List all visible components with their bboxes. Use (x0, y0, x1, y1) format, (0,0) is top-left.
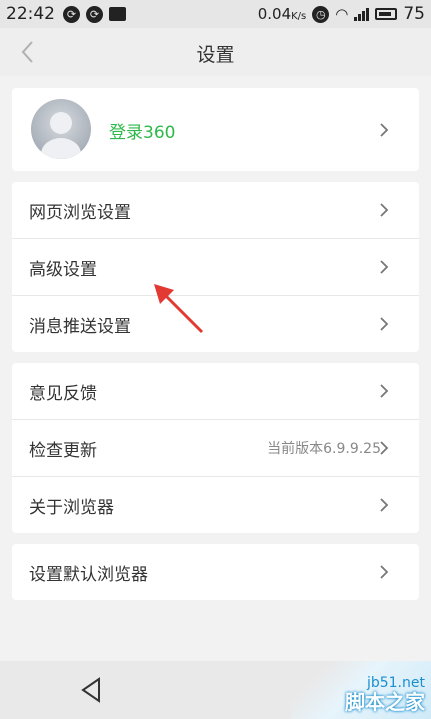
alarm-icon: ◷ (312, 5, 330, 23)
menu-item-advanced-settings[interactable]: 高级设置 (12, 239, 419, 296)
sync-icon: ⟳ (63, 5, 80, 23)
signal-icon (354, 7, 370, 21)
chevron-right-icon (380, 122, 389, 137)
menu-item-push-notification-settings[interactable]: 消息推送设置 (12, 296, 419, 352)
battery-level: 75 (403, 4, 425, 24)
menu-item-label: 意见反馈 (29, 383, 97, 404)
wifi-icon: ◠ (335, 5, 349, 23)
menu-item-label: 消息推送设置 (29, 316, 131, 337)
account-login-row[interactable]: 登录360 (12, 88, 419, 171)
chevron-right-icon (380, 317, 389, 331)
annotation-arrow-icon (154, 284, 204, 334)
nav-back-icon[interactable] (79, 676, 103, 704)
status-bar: 22:42 ⟳ ⟳ 0.04K/s ◷ ◠ 75 (0, 0, 431, 28)
settings-group-default: 设置默认浏览器 (12, 544, 419, 600)
sync-icon: ⟳ (86, 5, 103, 23)
menu-item-set-default-browser[interactable]: 设置默认浏览器 (12, 544, 419, 600)
chevron-right-icon (380, 498, 389, 512)
menu-item-label: 高级设置 (29, 259, 97, 280)
system-nav-bar: jb51.net 脚本之家 (0, 661, 431, 719)
chevron-right-icon (380, 260, 389, 274)
login-label: 登录360 (109, 123, 176, 143)
watermark-name: 脚本之家 (345, 690, 425, 714)
title-bar: 设置 (0, 28, 431, 76)
notification-icons: ⟳ ⟳ (63, 5, 126, 23)
menu-item-label: 关于浏览器 (29, 497, 114, 518)
watermark: jb51.net 脚本之家 (291, 661, 431, 719)
menu-item-label: 设置默认浏览器 (29, 564, 148, 585)
battery-icon (375, 8, 398, 20)
user-silhouette-icon (41, 112, 81, 159)
settings-group-about: 意见反馈 检查更新 当前版本6.9.9.25 关于浏览器 (12, 363, 419, 533)
network-speed: 0.04K/s (257, 5, 307, 23)
menu-item-web-browsing-settings[interactable]: 网页浏览设置 (12, 182, 419, 239)
status-time: 22:42 (6, 4, 55, 24)
menu-item-check-update[interactable]: 检查更新 当前版本6.9.9.25 (12, 420, 419, 477)
chevron-right-icon (380, 565, 389, 579)
avatar (31, 99, 91, 159)
image-icon (109, 7, 126, 21)
menu-item-about-browser[interactable]: 关于浏览器 (12, 477, 419, 533)
settings-group-browsing: 网页浏览设置 高级设置 消息推送设置 (12, 182, 419, 352)
chevron-right-icon (380, 441, 389, 455)
menu-item-label: 检查更新 (29, 440, 97, 461)
menu-item-feedback[interactable]: 意见反馈 (12, 363, 419, 420)
current-version: 当前版本6.9.9.25 (267, 441, 381, 457)
chevron-right-icon (380, 203, 389, 217)
page-title: 设置 (196, 44, 235, 66)
menu-item-label: 网页浏览设置 (29, 202, 131, 223)
chevron-right-icon (380, 384, 389, 398)
